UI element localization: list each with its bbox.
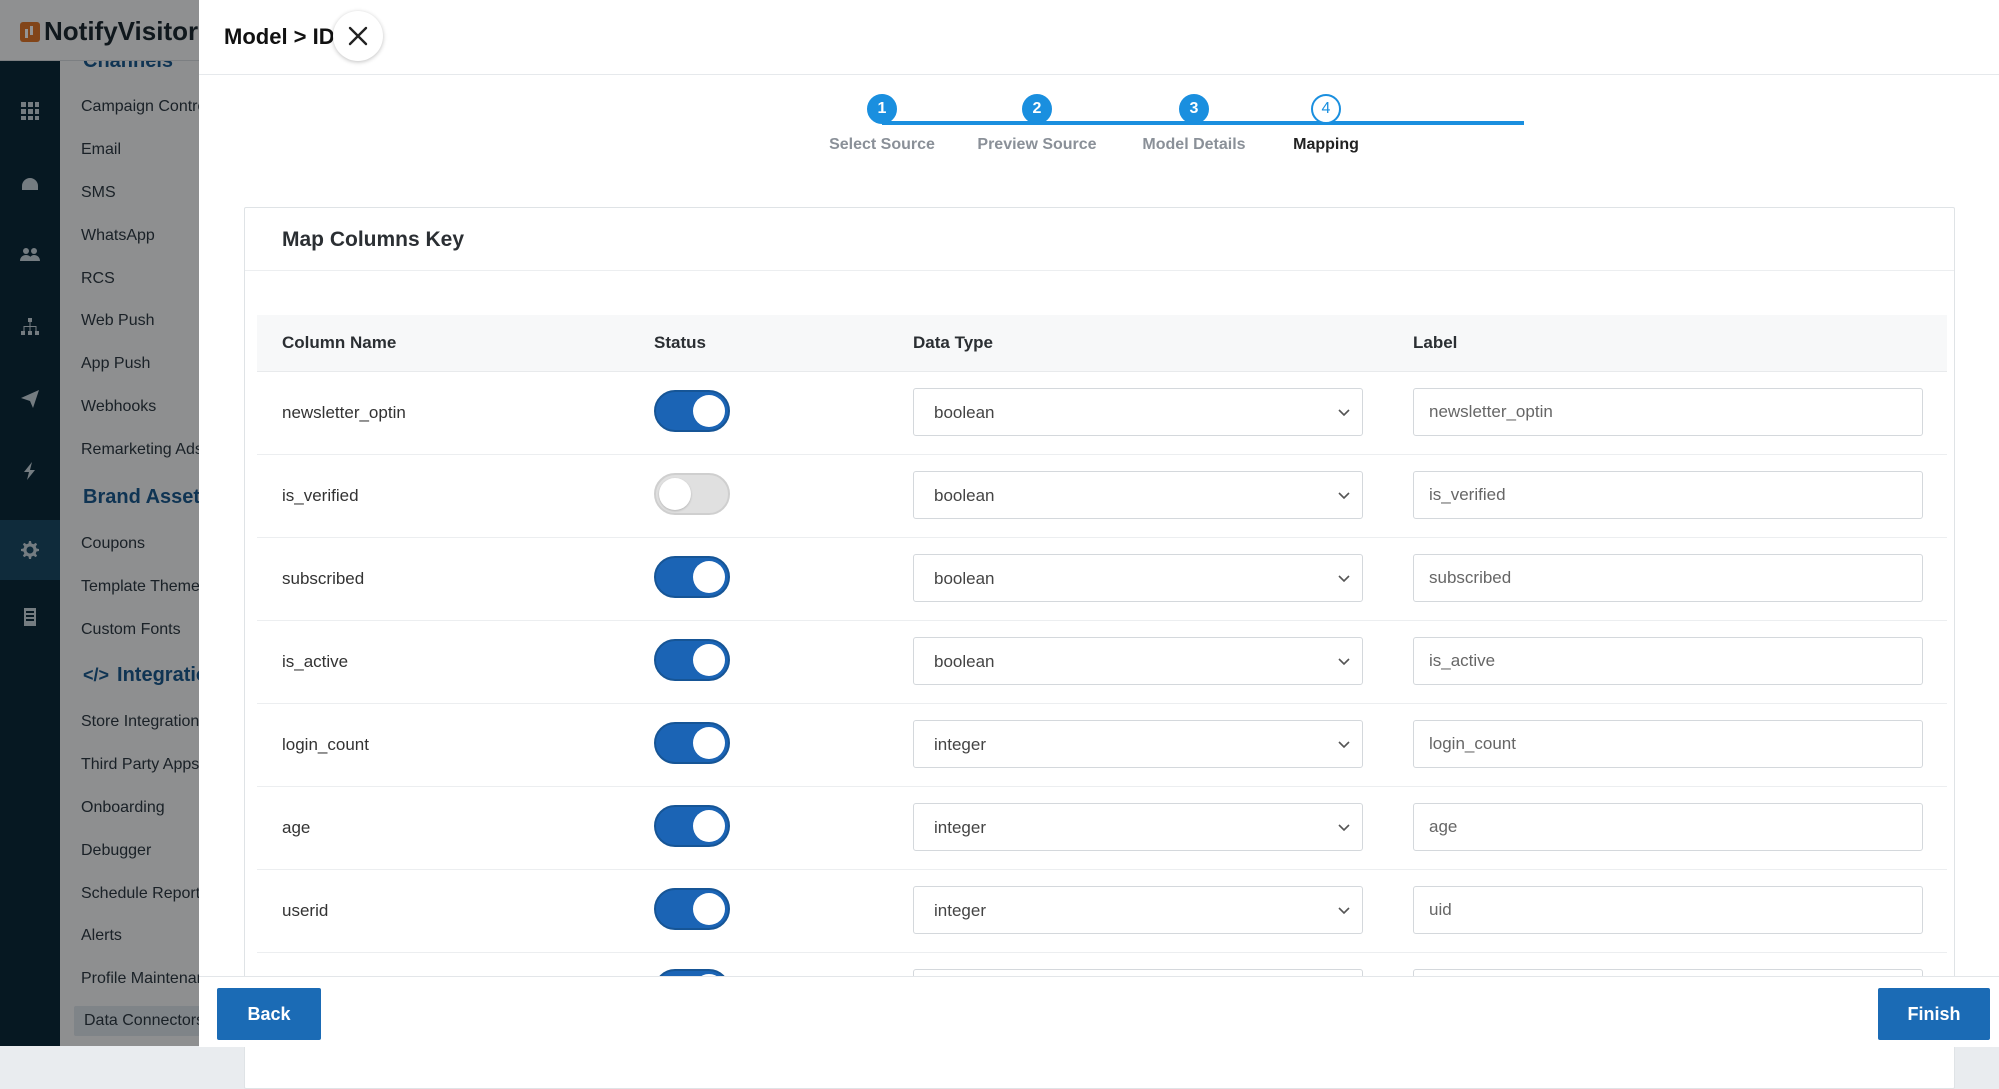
data-type-value: boolean xyxy=(934,403,995,422)
column-name: login_count xyxy=(282,735,369,754)
chevron-down-icon xyxy=(1338,907,1350,915)
model-mapping-drawer: Model > ID - 71 1 Select Source 2 Previe… xyxy=(199,0,1999,1089)
table-row: login_count integer xyxy=(257,704,1947,787)
data-type-value: boolean xyxy=(934,486,995,505)
header-column-name: Column Name xyxy=(282,333,397,352)
data-type-select[interactable]: boolean xyxy=(913,471,1363,519)
chevron-down-icon xyxy=(1338,492,1350,500)
status-toggle[interactable] xyxy=(654,556,730,598)
wizard-stepper: 1 Select Source 2 Preview Source 3 Model… xyxy=(199,0,1999,200)
step-number: 2 xyxy=(1022,94,1052,124)
card-divider xyxy=(245,270,1954,271)
column-name: userid xyxy=(282,901,329,920)
column-name: newsletter_optin xyxy=(282,403,406,422)
step-number: 4 xyxy=(1311,94,1341,124)
data-type-select[interactable]: integer xyxy=(913,886,1363,934)
toggle-knob xyxy=(693,893,725,925)
status-toggle[interactable] xyxy=(654,722,730,764)
toggle-knob xyxy=(693,644,725,676)
header-data-type: Data Type xyxy=(913,333,993,352)
data-type-value: integer xyxy=(934,735,986,754)
table-row: subscribed boolean xyxy=(257,538,1947,621)
finish-button[interactable]: Finish xyxy=(1878,988,1990,1040)
data-type-select[interactable]: boolean xyxy=(913,637,1363,685)
table-header: Column Name Status Data Type Label xyxy=(257,315,1947,372)
chevron-down-icon xyxy=(1338,575,1350,583)
table-row: age integer xyxy=(257,787,1947,870)
label-input[interactable] xyxy=(1413,720,1923,768)
mapping-table: Column Name Status Data Type Label newsl… xyxy=(257,315,1947,994)
toggle-knob xyxy=(693,395,725,427)
chevron-down-icon xyxy=(1338,409,1350,417)
step-label: Mapping xyxy=(1293,136,1359,153)
step-mapping[interactable]: 4 Mapping xyxy=(1226,94,1426,154)
column-name: is_active xyxy=(282,652,349,671)
table-row: is_active boolean xyxy=(257,621,1947,704)
column-name: subscribed xyxy=(282,569,365,588)
label-input[interactable] xyxy=(1413,388,1923,436)
map-columns-card: Map Columns Key Column Name Status Data … xyxy=(244,207,1955,1089)
label-input[interactable] xyxy=(1413,637,1923,685)
toggle-knob xyxy=(693,561,725,593)
close-button[interactable] xyxy=(333,11,383,61)
column-name: age xyxy=(282,818,311,837)
data-type-value: boolean xyxy=(934,652,995,671)
data-type-select[interactable]: integer xyxy=(913,720,1363,768)
label-input[interactable] xyxy=(1413,554,1923,602)
table-row: userid integer xyxy=(257,870,1947,953)
data-type-select[interactable]: integer xyxy=(913,803,1363,851)
toggle-knob xyxy=(693,810,725,842)
toggle-knob xyxy=(693,727,725,759)
chevron-down-icon xyxy=(1338,824,1350,832)
data-type-value: boolean xyxy=(934,569,995,588)
status-toggle[interactable] xyxy=(654,888,730,930)
step-number: 1 xyxy=(867,94,897,124)
header-status: Status xyxy=(654,333,706,352)
back-button[interactable]: Back xyxy=(217,988,321,1040)
drawer-footer: Back Finish xyxy=(199,976,1999,1047)
data-type-value: integer xyxy=(934,818,986,837)
card-title: Map Columns Key xyxy=(282,228,465,251)
label-input[interactable] xyxy=(1413,803,1923,851)
column-name: is_verified xyxy=(282,486,359,505)
status-toggle[interactable] xyxy=(654,390,730,432)
status-toggle[interactable] xyxy=(654,473,730,515)
step-number: 3 xyxy=(1179,94,1209,124)
chevron-down-icon xyxy=(1338,658,1350,666)
label-input[interactable] xyxy=(1413,471,1923,519)
table-row: newsletter_optin boolean xyxy=(257,372,1947,455)
status-toggle[interactable] xyxy=(654,639,730,681)
label-input[interactable] xyxy=(1413,886,1923,934)
toggle-knob xyxy=(659,478,691,510)
table-row: is_verified boolean xyxy=(257,455,1947,538)
close-icon xyxy=(348,26,368,46)
chevron-down-icon xyxy=(1338,741,1350,749)
data-type-select[interactable]: boolean xyxy=(913,554,1363,602)
status-toggle[interactable] xyxy=(654,805,730,847)
header-label: Label xyxy=(1413,333,1458,352)
data-type-select[interactable]: boolean xyxy=(913,388,1363,436)
data-type-value: integer xyxy=(934,901,986,920)
